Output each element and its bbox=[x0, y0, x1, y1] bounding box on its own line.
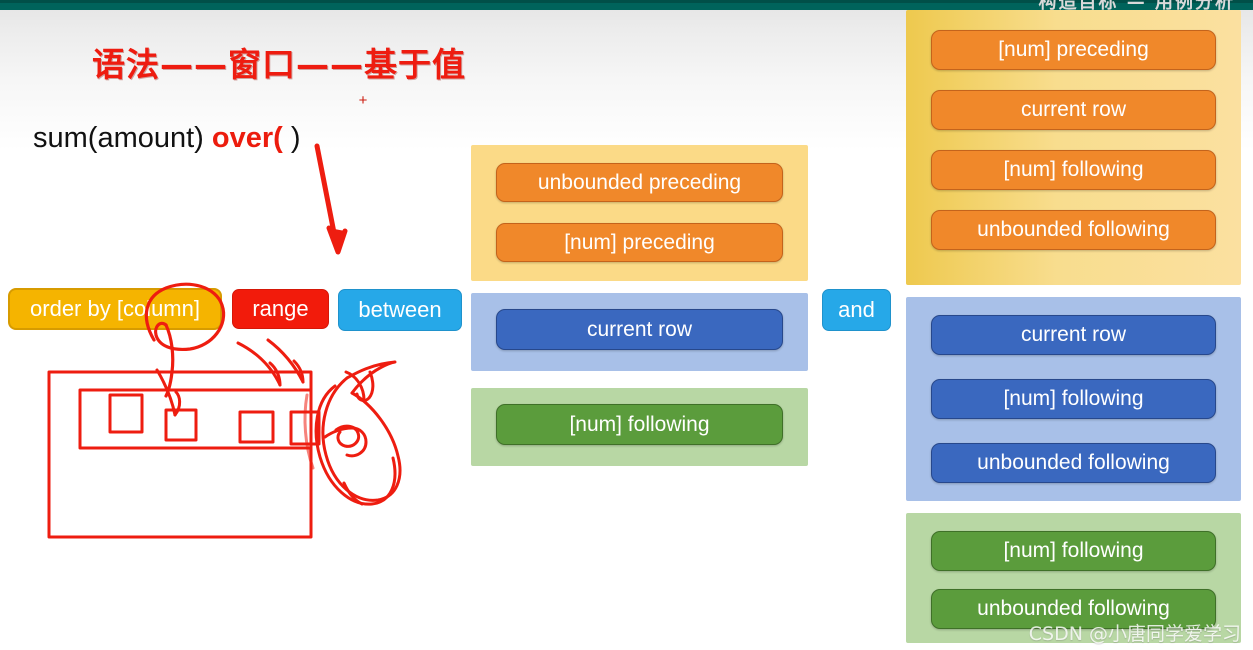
option-current-row[interactable]: current row bbox=[931, 90, 1216, 130]
ink-pointer-right-head bbox=[292, 359, 305, 384]
ink-inner-band bbox=[78, 388, 313, 450]
formula-keyword-over: over( bbox=[211, 122, 283, 154]
button-range[interactable]: range bbox=[232, 289, 329, 329]
option-num-preceding[interactable]: [num] preceding bbox=[931, 30, 1216, 70]
ink-oval-mark-2 bbox=[355, 370, 375, 403]
middle-blue-group: current row bbox=[471, 293, 808, 371]
ink-circle-tail bbox=[164, 323, 175, 398]
ink-cell-square bbox=[108, 393, 144, 434]
ink-pointer-left bbox=[155, 368, 177, 417]
option-current-row[interactable]: current row bbox=[931, 315, 1216, 355]
formula-suffix: ) bbox=[282, 122, 301, 154]
middle-orange-group: unbounded preceding [num] preceding bbox=[471, 145, 808, 281]
option-num-following[interactable]: [num] following bbox=[931, 531, 1216, 571]
formula-prefix: sum(amount) bbox=[33, 122, 212, 154]
ink-cell-square bbox=[289, 410, 321, 446]
option-unbounded-following[interactable]: unbounded following bbox=[931, 443, 1216, 483]
ink-outer-rectangle bbox=[47, 370, 313, 539]
ink-oval-line bbox=[323, 426, 354, 439]
button-between[interactable]: between bbox=[338, 289, 462, 331]
option-unbounded-following[interactable]: unbounded following bbox=[931, 210, 1216, 250]
ink-oval-mark-1 bbox=[344, 370, 366, 402]
right-orange-group: [num] preceding current row [num] follow… bbox=[906, 10, 1241, 285]
ink-oval-outer-right bbox=[314, 384, 397, 506]
ink-cell-square bbox=[238, 410, 275, 444]
ink-cell-square bbox=[164, 408, 198, 442]
option-num-following[interactable]: [num] following bbox=[931, 150, 1216, 190]
ink-pointer-right bbox=[266, 338, 305, 384]
ink-pointer-mid-head bbox=[268, 361, 282, 387]
button-order-by-column[interactable]: order by [column] bbox=[8, 288, 222, 330]
ink-arrow-shaft bbox=[314, 143, 339, 246]
formula-line: sum(amount) over( ) bbox=[33, 122, 301, 155]
page-title: 语法——窗口——基于值 bbox=[92, 45, 466, 84]
ink-oval-swirl bbox=[334, 424, 361, 448]
ink-oval-bottom-tick bbox=[342, 481, 364, 506]
ink-oval-top bbox=[345, 360, 397, 395]
ink-pointer-mid bbox=[236, 341, 282, 387]
option-num-following[interactable]: [num] following bbox=[931, 379, 1216, 419]
right-blue-group: current row [num] following unbounded fo… bbox=[906, 297, 1241, 501]
ink-oval-swirl-2 bbox=[345, 426, 368, 458]
middle-green-group: [num] following bbox=[471, 388, 808, 466]
slide-canvas: 构造目标 — 用例分析 语法——窗口——基于值 + sum(amount) ov… bbox=[0, 0, 1253, 650]
ink-pointer-left-head bbox=[173, 390, 182, 417]
ink-arrow-head bbox=[326, 225, 348, 255]
ink-oval-outer-left bbox=[321, 376, 402, 502]
plus-cursor-mark: + bbox=[358, 92, 368, 109]
ink-oval-shadow bbox=[303, 393, 315, 470]
option-num-following[interactable]: [num] following bbox=[496, 404, 783, 445]
window-titlebar: 构造目标 — 用例分析 bbox=[0, 0, 1253, 10]
option-unbounded-preceding[interactable]: unbounded preceding bbox=[496, 163, 783, 202]
window-title: 构造目标 — 用例分析 bbox=[1038, 0, 1235, 10]
option-num-preceding[interactable]: [num] preceding bbox=[496, 223, 783, 262]
option-current-row[interactable]: current row bbox=[496, 309, 783, 350]
csdn-watermark: CSDN @小唐同学爱学习 bbox=[1028, 623, 1241, 645]
button-and[interactable]: and bbox=[822, 289, 891, 331]
